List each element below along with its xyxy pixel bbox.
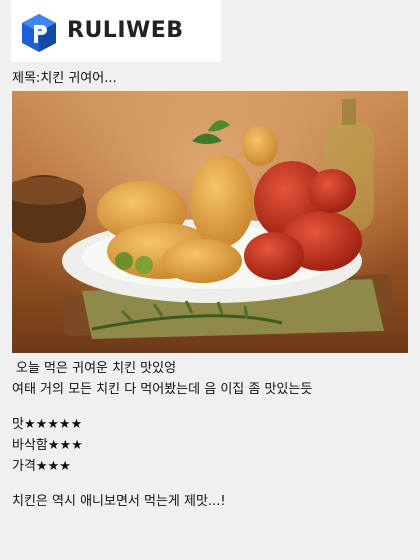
- site-header: RULIWEB: [11, 0, 221, 62]
- rating-row-crispiness: 바삭함★★★: [12, 435, 412, 456]
- rating-stars: ★★★★★: [23, 417, 83, 432]
- rating-label: 가격: [12, 459, 36, 474]
- post-title: 제목:치킨 귀여어...: [12, 71, 117, 86]
- rating-row-price: 가격★★★: [12, 456, 412, 477]
- rating-stars: ★★★: [47, 438, 83, 453]
- rating-stars: ★★★: [35, 459, 71, 474]
- post-closing-line: 치킨은 역시 애니보면서 먹는게 제맛...!: [12, 494, 226, 509]
- ruliweb-cube-icon[interactable]: [20, 12, 58, 54]
- post-line: 오늘 먹은 귀여운 치킨 맛있엉: [16, 361, 177, 376]
- post-body: 오늘 먹은 귀여운 치킨 맛있엉 여태 거의 모든 치킨 다 먹어봤는데 음 이…: [12, 358, 412, 512]
- post-line: 여태 거의 모든 치킨 다 먹어봤는데 음 이집 좀 맛있는듯: [12, 382, 313, 397]
- rating-label: 맛: [12, 417, 24, 432]
- site-logo-text[interactable]: RULIWEB: [67, 18, 184, 43]
- fried-chicken-photo: [12, 91, 408, 353]
- rating-label: 바삭함: [12, 438, 48, 453]
- rating-row-taste: 맛★★★★★: [12, 414, 412, 435]
